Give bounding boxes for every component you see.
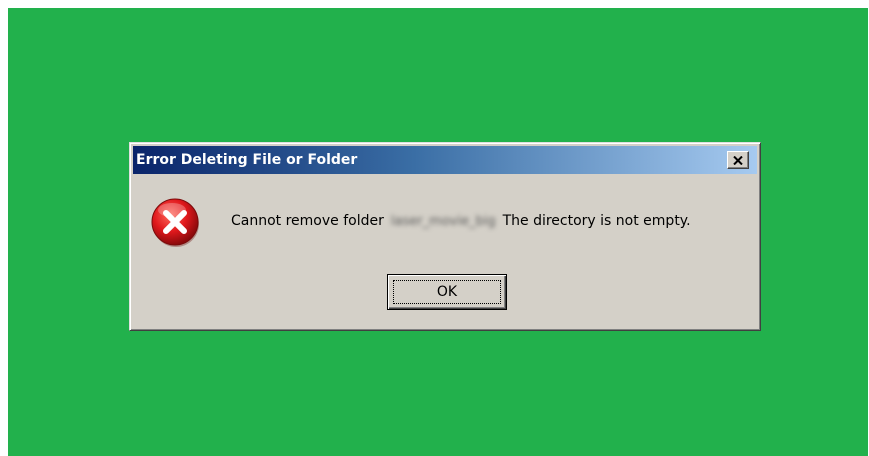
dialog-title: Error Deleting File or Folder <box>136 152 358 168</box>
blurred-folder-name: laser_movie_big <box>390 213 496 229</box>
error-message: Cannot remove folder laser_movie_big The… <box>231 213 691 229</box>
message-suffix: The directory is not empty. <box>502 213 691 229</box>
dialog-titlebar[interactable]: Error Deleting File or Folder <box>133 146 757 174</box>
close-button[interactable] <box>727 151 749 169</box>
error-dialog: Error Deleting File or Folder Cannot rem… <box>129 142 761 331</box>
desktop-background: Error Deleting File or Folder Cannot rem… <box>8 8 868 456</box>
ok-button-label: OK <box>436 284 458 300</box>
error-icon <box>151 198 199 247</box>
ok-button[interactable]: OK <box>387 274 507 310</box>
close-icon <box>733 155 743 165</box>
message-prefix: Cannot remove folder <box>231 213 384 229</box>
